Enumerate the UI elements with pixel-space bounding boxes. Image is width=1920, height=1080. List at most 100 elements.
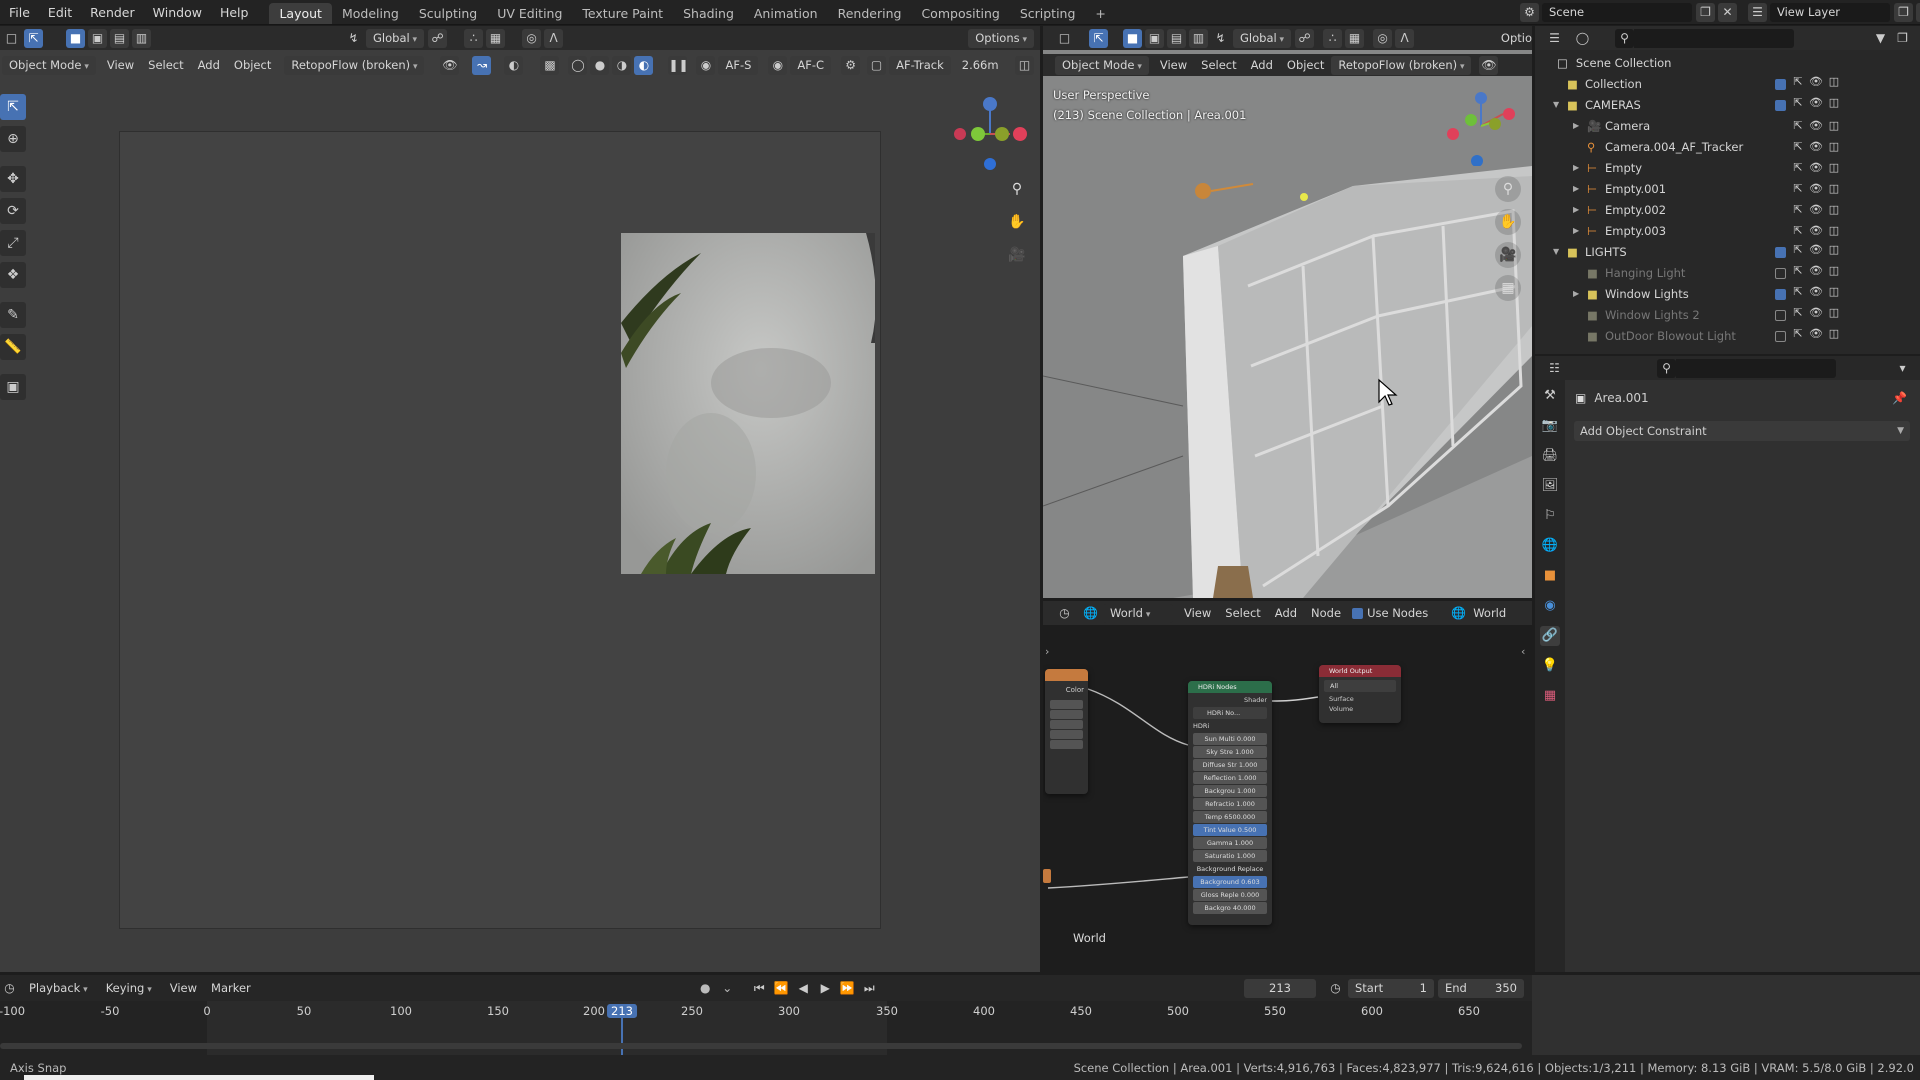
editor-type-icon[interactable]: □	[2, 29, 21, 48]
add-cube-tool-icon[interactable]: ▣	[0, 374, 26, 400]
gizmo-icon[interactable]: ↝	[472, 55, 492, 75]
outliner-root-row[interactable]: □ Scene Collection	[1535, 52, 1851, 73]
right-pivot-icon[interactable]: ☍	[1295, 28, 1315, 48]
pin-icon[interactable]: 📌	[1892, 391, 1907, 405]
visibility-eye-icon[interactable]: 👁	[1809, 75, 1823, 93]
hdri-row-4[interactable]: Reflection 1.000	[1193, 772, 1267, 784]
select-toggle-icon[interactable]: ⇱	[1791, 224, 1805, 237]
outliner-row[interactable]: ▼ ■ LIGHTS ⇱ 👁 ◫	[1535, 241, 1851, 262]
visibility-eye-icon[interactable]: 👁	[1809, 119, 1823, 132]
timeline-scrollbar[interactable]	[0, 1043, 1522, 1049]
right-visibility-icon[interactable]: 👁	[1479, 55, 1499, 75]
render-toggle-icon[interactable]: ◫	[1827, 203, 1841, 216]
exclude-checkbox[interactable]	[1773, 327, 1787, 345]
cursor-tool-icon[interactable]: ⊕	[0, 126, 26, 152]
right-camera-preset-dropdown[interactable]: RetopoFlow (broken)	[1331, 55, 1472, 75]
visibility-eye-icon[interactable]: 👁	[1809, 243, 1823, 261]
outliner-row[interactable]: ▶ ⊢ Empty.002 ⇱ 👁 ◫	[1535, 199, 1851, 220]
playback-menu[interactable]: Playback	[22, 979, 95, 998]
shader-type-dropdown[interactable]: World	[1103, 603, 1173, 623]
render-toggle-icon[interactable]: ◫	[1827, 306, 1841, 324]
right-select-mode-subtract-icon[interactable]: ▤	[1167, 28, 1186, 48]
view-layer-icon[interactable]: ☰	[1748, 3, 1767, 22]
tool-tab-icon[interactable]: ⚒	[1540, 386, 1560, 406]
hdri-row-10[interactable]: Saturatio 1.000	[1193, 850, 1267, 862]
select-toggle-icon[interactable]: ⇱	[1791, 285, 1805, 303]
select-toggle-icon[interactable]: ⇱	[1791, 119, 1805, 132]
right-editor-type-icon[interactable]: □	[1055, 29, 1074, 48]
outliner-row[interactable]: ▼ ■ CAMERAS ⇱ 👁 ◫	[1535, 94, 1851, 115]
node-menu-node[interactable]: Node	[1304, 606, 1348, 620]
scene-name[interactable]: Scene	[1542, 3, 1692, 22]
view-layer-tab-icon[interactable]: 🖼	[1540, 476, 1560, 496]
left-node-field[interactable]	[1050, 720, 1083, 729]
exclude-checkbox[interactable]	[1773, 96, 1787, 114]
auto-keying-icon[interactable]: ●	[696, 979, 715, 998]
hdri-row-6[interactable]: Refractio 1.000	[1193, 798, 1267, 810]
keyframe-type-icon[interactable]: ⌄	[718, 979, 737, 998]
hdri-row-14[interactable]: Backgro 40.000	[1193, 902, 1267, 914]
menu-add[interactable]: Add	[191, 58, 227, 72]
snap-icon[interactable]: ∴	[464, 28, 484, 48]
jump-prev-keyframe-icon[interactable]: ⏪	[772, 979, 791, 998]
visibility-eye-icon[interactable]: 👁	[1809, 224, 1823, 237]
select-tool-icon[interactable]: ⇱	[0, 94, 26, 120]
right-menu-object[interactable]: Object	[1280, 58, 1331, 72]
move-tool-icon[interactable]: ✥	[0, 166, 26, 192]
right-pan-hand-icon[interactable]: ✋	[1495, 209, 1521, 235]
jump-start-icon[interactable]: ⏮	[750, 979, 769, 998]
node-menu-select[interactable]: Select	[1218, 606, 1267, 620]
hdri-row-8[interactable]: Tint Value 0.500	[1193, 824, 1267, 836]
tab-shading[interactable]: Shading	[673, 3, 744, 24]
render-toggle-icon[interactable]: ◫	[1827, 182, 1841, 195]
render-toggle-icon[interactable]: ◫	[1827, 243, 1841, 261]
timeline-editor-type-icon[interactable]: ◷	[0, 979, 19, 998]
right-menu-add[interactable]: Add	[1244, 58, 1280, 72]
disclosure-triangle-icon[interactable]: ▶	[1573, 121, 1583, 130]
node-menu-add[interactable]: Add	[1268, 606, 1304, 620]
tab-uv-editing[interactable]: UV Editing	[487, 3, 572, 24]
node-sidebar-arrow-icon[interactable]: ›	[1045, 645, 1049, 658]
left-node-field[interactable]	[1050, 700, 1083, 709]
camera-preset-dropdown[interactable]: RetopoFlow (broken)	[284, 55, 425, 75]
texture-tab-icon[interactable]: ▦	[1540, 686, 1560, 706]
scene-icon[interactable]: ⚙	[1520, 3, 1539, 22]
right-menu-select[interactable]: Select	[1194, 58, 1243, 72]
play-reverse-icon[interactable]: ◀	[794, 979, 813, 998]
right-select-mode-extend-icon[interactable]: ▣	[1145, 28, 1164, 48]
right-snap-icon[interactable]: ∴	[1323, 28, 1343, 48]
snap-target-icon[interactable]: ▦	[486, 28, 506, 48]
af-c-icon[interactable]: ◉	[768, 55, 788, 75]
orientation-dropdown[interactable]: Global	[366, 28, 425, 48]
annotate-tool-icon[interactable]: ✎	[0, 302, 26, 328]
options-dropdown[interactable]: Options	[968, 28, 1034, 48]
new-scene-icon[interactable]: ❐	[1696, 3, 1715, 22]
jump-end-icon[interactable]: ⏭	[860, 979, 879, 998]
new-view-layer-icon[interactable]: ❐	[1894, 3, 1913, 22]
scale-tool-icon[interactable]: ⤢	[0, 230, 26, 256]
select-toggle-icon[interactable]: ⇱	[1791, 75, 1805, 93]
timeline-view-menu[interactable]: View	[163, 981, 204, 995]
menu-select[interactable]: Select	[141, 58, 190, 72]
render-toggle-icon[interactable]: ◫	[1827, 75, 1841, 93]
select-toggle-icon[interactable]: ⇱	[1791, 182, 1805, 195]
object-tab-icon[interactable]: ■	[1540, 566, 1560, 586]
outliner-row[interactable]: ▶ ⊢ Empty.001 ⇱ 👁 ◫	[1535, 178, 1851, 199]
render-toggle-icon[interactable]: ◫	[1827, 140, 1841, 153]
pivot-icon[interactable]: ☍	[428, 28, 448, 48]
visibility-eye-icon[interactable]: 👁	[1809, 96, 1823, 114]
shading-material-icon[interactable]: ◑	[612, 55, 632, 75]
shading-rendered-icon[interactable]: ◐	[634, 55, 654, 75]
rotate-tool-icon[interactable]: ⟳	[0, 198, 26, 224]
outliner-search-input[interactable]	[1634, 28, 1794, 48]
new-collection-icon[interactable]: ❐	[1893, 29, 1912, 48]
outliner-editor-type-icon[interactable]: ☰	[1545, 29, 1564, 48]
tab-layout[interactable]: Layout	[269, 2, 332, 24]
marker-menu[interactable]: Marker	[204, 981, 258, 995]
constraints-tab-icon[interactable]: 🔗	[1540, 626, 1560, 646]
right-zoom-icon[interactable]: ⚲	[1495, 176, 1521, 202]
hdri-row-5[interactable]: Backgrou 1.000	[1193, 785, 1267, 797]
right-select-mode-new-icon[interactable]: ■	[1123, 28, 1142, 48]
disclosure-triangle-icon[interactable]: ▼	[1553, 247, 1563, 256]
output-tab-icon[interactable]: 🖨	[1540, 446, 1560, 466]
